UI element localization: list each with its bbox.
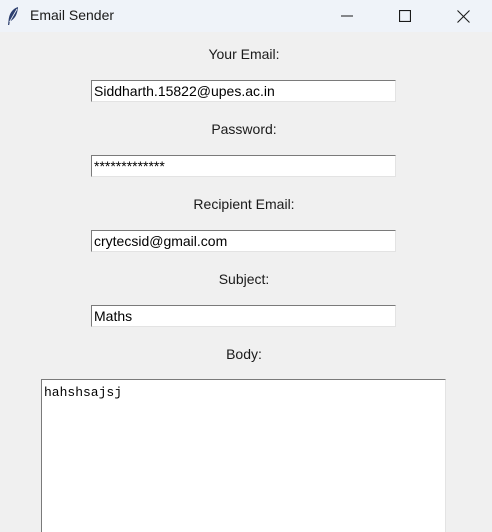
recipient-email-label: Recipient Email: <box>193 196 295 212</box>
close-button[interactable] <box>434 0 492 32</box>
recipient-email-field[interactable] <box>91 230 396 252</box>
minimize-icon <box>341 15 353 17</box>
body-textarea[interactable]: hahshsajsj <box>41 379 446 532</box>
subject-field[interactable] <box>91 305 396 327</box>
password-label: Password: <box>211 121 277 137</box>
body-label: Body: <box>226 346 262 362</box>
your-email-field[interactable] <box>91 80 396 102</box>
maximize-button[interactable] <box>376 0 434 32</box>
window-title: Email Sender <box>30 7 115 23</box>
subject-label: Subject: <box>218 271 270 287</box>
minimize-button[interactable] <box>318 0 376 32</box>
password-field[interactable] <box>91 155 396 177</box>
maximize-icon <box>399 10 411 22</box>
close-icon <box>456 9 470 23</box>
title-bar: Email Sender <box>0 0 492 32</box>
your-email-label: Your Email: <box>208 46 280 62</box>
feather-icon <box>8 7 18 25</box>
